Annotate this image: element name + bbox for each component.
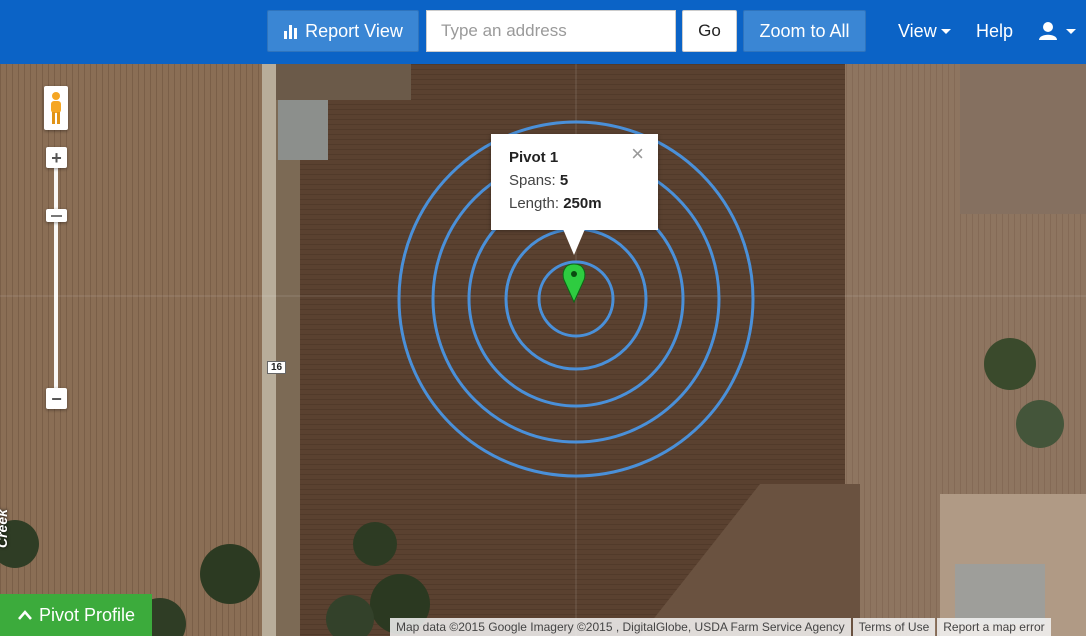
view-menu[interactable]: View — [898, 10, 951, 52]
zoom-to-all-button[interactable]: Zoom to All — [743, 10, 866, 52]
length-value: 250m — [563, 195, 602, 212]
report-error-link[interactable]: Report a map error — [937, 618, 1051, 636]
street-view-pegman[interactable] — [44, 86, 68, 130]
length-row: Length: 250m — [509, 192, 640, 215]
length-label: Length: — [509, 195, 560, 212]
zoom-slider-track[interactable] — [54, 160, 58, 400]
user-icon — [1039, 22, 1057, 40]
report-view-button[interactable]: Report View — [267, 10, 419, 52]
zoom-slider-thumb[interactable] — [46, 209, 67, 222]
go-button[interactable]: Go — [682, 10, 737, 52]
caret-down-icon — [940, 28, 951, 34]
road-shield: 16 — [267, 361, 286, 374]
terms-link[interactable]: Terms of Use — [852, 618, 936, 636]
help-link[interactable]: Help — [976, 10, 1013, 52]
map-data-text: Map data ©2015 Google Imagery ©2015 , Di… — [390, 618, 851, 636]
report-view-label: Report View — [305, 20, 403, 41]
view-menu-label: View — [898, 20, 937, 41]
info-window-tail — [563, 229, 585, 255]
info-title: Pivot 1 — [509, 149, 559, 166]
top-navbar: Report View Go Zoom to All View Help — [0, 0, 1086, 64]
slider-grip-icon — [51, 214, 62, 217]
close-icon[interactable]: × — [631, 142, 644, 166]
bar-chart-icon — [284, 25, 298, 39]
caret-down-icon — [1066, 28, 1076, 34]
spans-label: Spans: — [509, 172, 556, 189]
spans-row: Spans: 5 — [509, 169, 640, 192]
pegman-icon — [51, 92, 61, 124]
address-input[interactable] — [426, 10, 676, 52]
pivot-profile-button[interactable]: Pivot Profile — [0, 594, 152, 636]
map-attribution: Map data ©2015 Google Imagery ©2015 , Di… — [390, 618, 1051, 636]
zoom-in-button[interactable]: + — [46, 147, 67, 168]
pivot-profile-label: Pivot Profile — [38, 604, 136, 625]
spans-value: 5 — [559, 172, 569, 189]
pivot-info-window: Pivot 1 Spans: 5 Length: 250m × — [491, 134, 658, 230]
chevron-up-icon — [18, 610, 32, 620]
creek-label: Creek — [0, 509, 10, 548]
zoom-out-button[interactable]: − — [46, 388, 67, 409]
user-menu[interactable] — [1038, 10, 1076, 52]
